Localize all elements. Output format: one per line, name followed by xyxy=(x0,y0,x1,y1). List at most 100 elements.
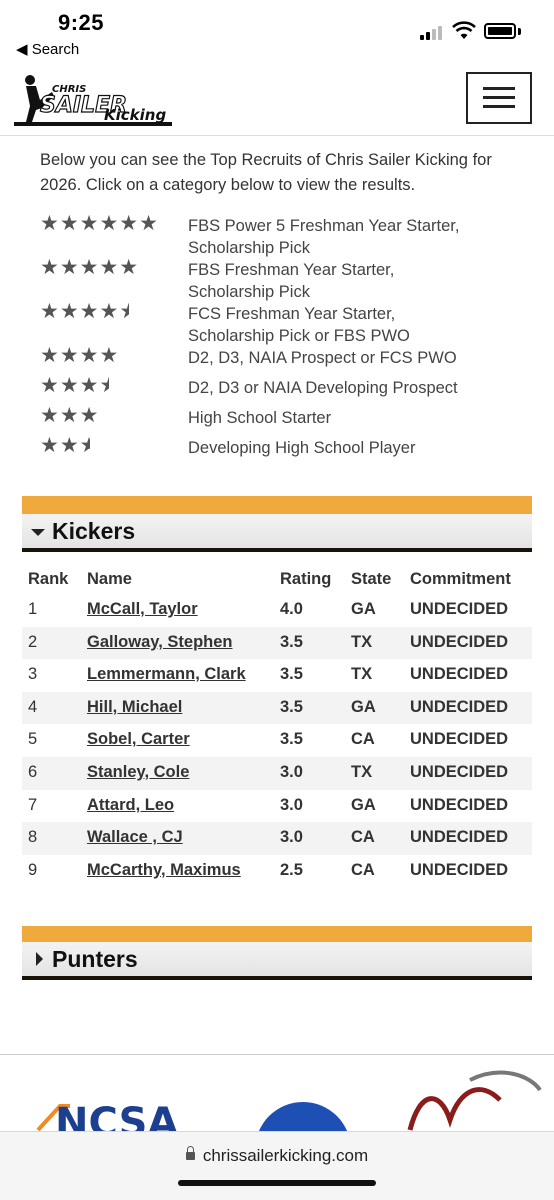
intro-text: Below you can see the Top Recruits of Ch… xyxy=(40,151,492,194)
column-header-commitment: Commitment xyxy=(410,570,511,588)
table-row: 7 Attard, Leo 3.0 GA UNDECIDED xyxy=(22,790,532,823)
table-row: 9 McCarthy, Maximus 2.5 CA UNDECIDED xyxy=(22,855,532,888)
player-name-link[interactable]: Lemmermann, Clark xyxy=(87,665,246,684)
commitment-cell: UNDECIDED xyxy=(410,600,509,618)
table-row: 2 Galloway, Stephen 3.5 TX UNDECIDED xyxy=(22,626,532,660)
section-accent-bar xyxy=(22,496,532,514)
column-header-name: Name xyxy=(87,570,132,588)
rating-cell: 2.5 xyxy=(280,860,303,879)
table-row: 1 McCall, Taylor 4.0 GA UNDECIDED xyxy=(22,594,532,627)
rank-cell: 7 xyxy=(28,795,38,814)
rating-cell: 3.0 xyxy=(280,828,303,847)
commitment-cell: UNDECIDED xyxy=(410,795,509,814)
kickers-section-header[interactable]: Kickers xyxy=(22,496,532,552)
section-title-bar[interactable]: Punters xyxy=(22,942,532,980)
kickers-table-body: 1 McCall, Taylor 4.0 GA UNDECIDED 2 Galloway, … xyxy=(22,594,532,887)
legend-row: ★★★★★ FBS Freshman Year Starter, Scholars… xyxy=(40,255,540,301)
legend-label: Developing High School Player xyxy=(188,439,416,457)
player-name-link[interactable]: Galloway, Stephen xyxy=(87,633,232,652)
four-and-half-stars-icon: ★★★★★ xyxy=(40,299,129,323)
rating-cell: 3.5 xyxy=(280,730,303,749)
player-name-link[interactable]: Hill, Michael xyxy=(87,698,182,717)
rating-cell: 3.0 xyxy=(280,795,303,814)
state-cell: CA xyxy=(351,860,375,879)
battery-nub xyxy=(518,28,521,35)
footer-divider xyxy=(0,1054,554,1055)
logo-text-sub: Kicking xyxy=(104,106,166,124)
player-name-link[interactable]: McCarthy, Maximus xyxy=(87,861,241,880)
commitment-cell: UNDECIDED xyxy=(410,665,509,684)
svg-text:NCSA: NCSA xyxy=(55,1100,178,1132)
three-stars-icon: ★★★ xyxy=(40,403,100,427)
player-name-link[interactable]: McCall, Taylor xyxy=(87,600,198,619)
url-text: chrissailerkicking.com xyxy=(202,1146,369,1165)
kickers-title: Kickers xyxy=(52,518,136,544)
rating-cell: 3.5 xyxy=(280,632,303,651)
rank-cell: 3 xyxy=(28,665,38,684)
player-name-link[interactable]: Attard, Leo xyxy=(87,796,174,815)
rating-cell: 3.0 xyxy=(280,762,303,781)
punters-section-header[interactable]: Punters xyxy=(22,926,532,980)
table-header-row: Rank Name Rating State Commitment xyxy=(22,564,532,594)
rank-cell: 2 xyxy=(28,632,38,651)
state-cell: GA xyxy=(351,600,376,618)
partner-script-logo[interactable] xyxy=(407,1070,542,1131)
rating-cell: 4.0 xyxy=(280,600,303,618)
legend-row: ★★★★ D2, D3 or NAIA Developing Prospect xyxy=(40,374,540,404)
legend-row: ★★★ Developing High School Player xyxy=(40,434,540,464)
punters-title: Punters xyxy=(52,946,138,972)
partner-circle-logo xyxy=(258,1102,348,1132)
browser-url-bar[interactable]: chrissailerkicking.com xyxy=(0,1131,554,1200)
five-stars-icon: ★★★★★ xyxy=(40,255,140,279)
legend-label: FBS Power 5 Freshman Year Starter, Schola… xyxy=(188,217,460,257)
commitment-cell: UNDECIDED xyxy=(410,632,509,651)
player-name-link[interactable]: Sobel, Carter xyxy=(87,730,190,749)
table-row: 3 Lemmermann, Clark 3.5 TX UNDECIDED xyxy=(22,659,532,692)
section-title-bar[interactable]: Kickers xyxy=(22,514,532,552)
commitment-cell: UNDECIDED xyxy=(410,730,509,749)
commitment-cell: UNDECIDED xyxy=(410,762,509,781)
lock-icon xyxy=(185,1146,195,1160)
state-cell: TX xyxy=(351,632,373,651)
table-row: 8 Wallace , CJ 3.0 CA UNDECIDED xyxy=(22,822,532,855)
table-row: 6 Stanley, Cole 3.0 TX UNDECIDED xyxy=(22,756,532,790)
site-header: CHRIS SAILER Kicking xyxy=(0,64,554,136)
rank-cell: 8 xyxy=(28,828,38,847)
legend-row: ★★★ High School Starter xyxy=(40,404,540,434)
legend-row: ★★★★★ FCS Freshman Year Starter,Scholars… xyxy=(40,299,540,345)
two-and-half-stars-icon: ★★★ xyxy=(40,433,90,457)
url-display[interactable]: chrissailerkicking.com xyxy=(0,1146,554,1166)
home-indicator[interactable] xyxy=(178,1180,376,1186)
rank-cell: 9 xyxy=(28,860,38,879)
ncsa-logo[interactable]: NCSA xyxy=(36,1100,178,1132)
section-accent-bar xyxy=(22,926,532,942)
caret-right-icon xyxy=(36,952,43,966)
rank-cell: 5 xyxy=(28,730,38,749)
back-to-search-link[interactable]: ◀ Search xyxy=(16,40,79,58)
legend-label: High School Starter xyxy=(188,409,332,427)
player-name-link[interactable]: Wallace , CJ xyxy=(87,828,183,847)
column-header-state: State xyxy=(351,570,392,588)
rating-cell: 3.5 xyxy=(280,665,303,684)
legend-label: FCS Freshman Year Starter, Scholarship Pi… xyxy=(188,305,410,345)
legend-label: FBS Freshman Year Starter, Scholarship Pi… xyxy=(188,261,395,301)
state-cell: CA xyxy=(351,730,375,749)
rating-cell: 3.5 xyxy=(280,697,303,716)
table-row: 4 Hill, Michael 3.5 GA UNDECIDED xyxy=(22,691,532,725)
rank-cell: 4 xyxy=(28,697,38,716)
chris-sailer-kicking-logo[interactable]: CHRIS SAILER Kicking xyxy=(12,70,177,132)
legend-row: ★★★★ D2, D3, NAIA Prospect or FCS PWO xyxy=(40,344,540,374)
hamburger-menu-button[interactable] xyxy=(466,72,532,124)
state-cell: GA xyxy=(351,697,376,716)
three-and-half-stars-icon: ★★★★ xyxy=(40,373,109,397)
battery-icon xyxy=(484,23,516,39)
column-header-rank: Rank xyxy=(28,570,69,588)
partner-logos: NCSA xyxy=(36,1070,542,1132)
commitment-cell: UNDECIDED xyxy=(410,860,509,879)
player-name-link[interactable]: Stanley, Cole xyxy=(87,763,189,782)
state-cell: TX xyxy=(351,762,373,781)
caret-down-icon xyxy=(31,529,45,536)
legend-label: D2, D3 or NAIA Developing Prospect xyxy=(188,379,458,397)
status-bar: 9:25 ◀ Search xyxy=(0,0,554,64)
commitment-cell: UNDECIDED xyxy=(410,828,509,847)
